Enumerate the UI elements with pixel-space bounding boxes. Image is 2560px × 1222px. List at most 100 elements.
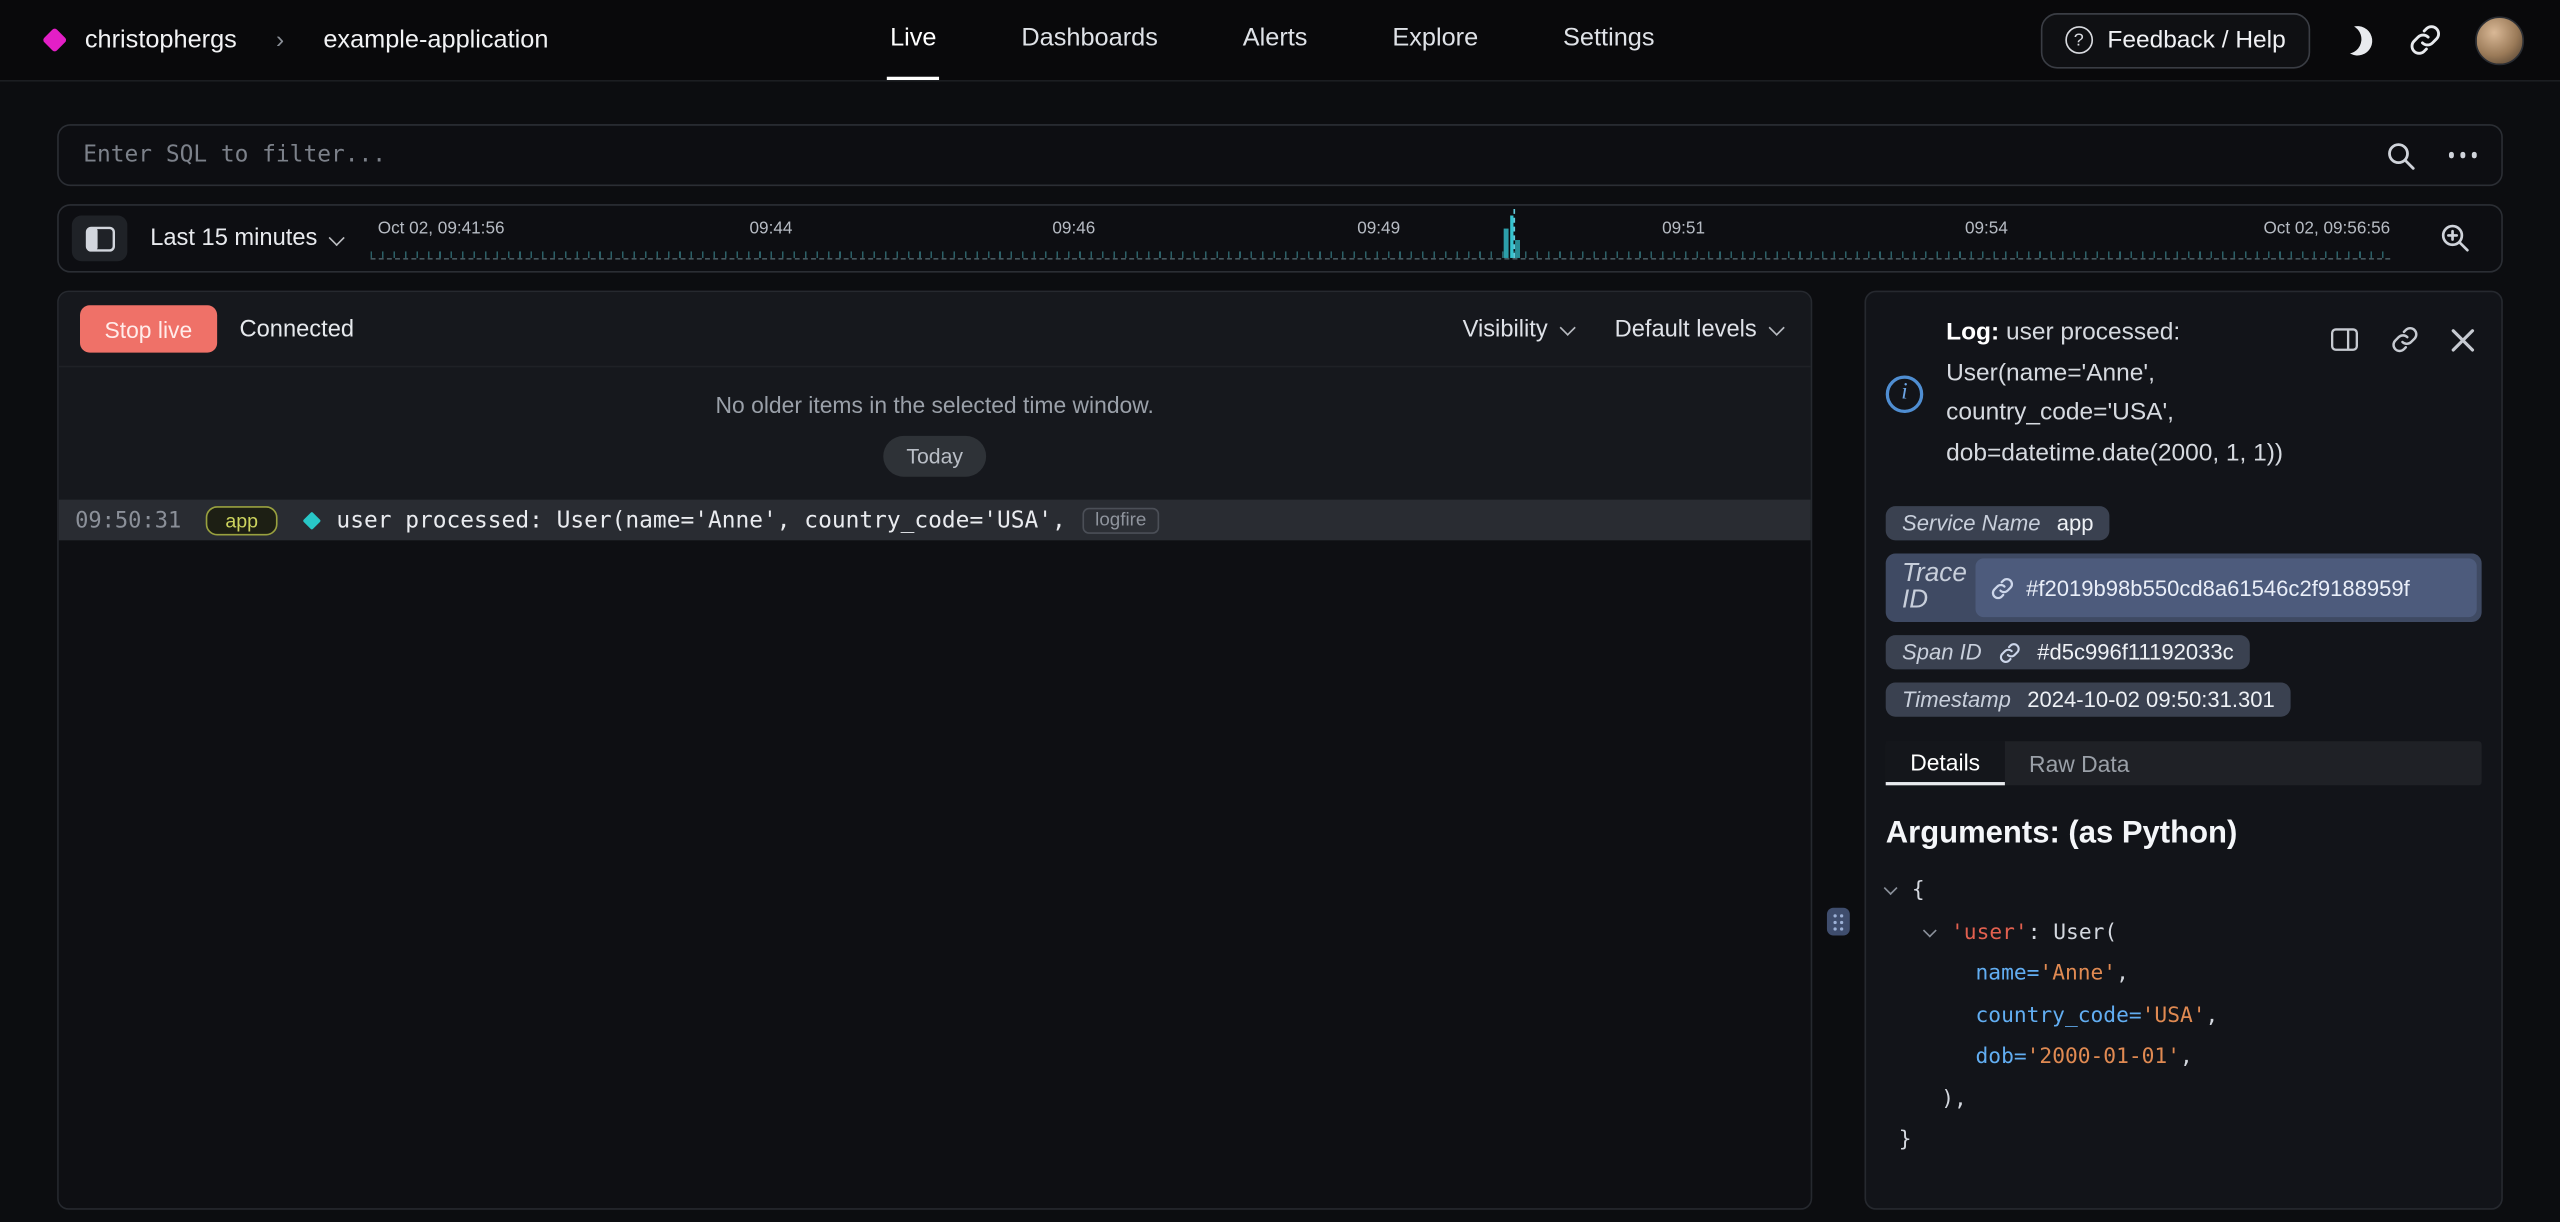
code-token: '2000-01-01'	[2027, 1045, 2180, 1069]
attribute-label: Timestamp	[1902, 687, 2011, 711]
nav-tab-live[interactable]: Live	[887, 0, 940, 80]
code-token: name=	[1976, 962, 2040, 986]
live-toolbar-dropdowns: Visibility Default levels	[1463, 316, 1782, 342]
code-line: dob='2000-01-01',	[1886, 1037, 2482, 1079]
moon-icon	[2339, 21, 2376, 58]
timeline-baseline	[371, 258, 2390, 260]
time-tick-label: 09:51	[1662, 219, 1705, 239]
connection-status: Connected	[240, 316, 355, 342]
service-badge[interactable]: app	[206, 505, 278, 534]
ellipsis-icon	[2448, 152, 2477, 158]
help-icon: ?	[2065, 26, 2093, 54]
code-token: 'user'	[1951, 920, 2028, 944]
code-token: }	[1899, 1128, 1912, 1152]
sidebar-toggle-button[interactable]	[72, 216, 128, 262]
chevron-down-icon	[329, 229, 345, 245]
time-tick-label: 09:44	[750, 219, 793, 239]
panel-resize-handle[interactable]	[1827, 908, 1850, 936]
nav-tab-settings[interactable]: Settings	[1560, 0, 1658, 80]
close-panel-button[interactable]	[2447, 322, 2478, 358]
navbar-actions: ? Feedback / Help	[2040, 12, 2524, 68]
code-token: ,	[2180, 1045, 2193, 1069]
tab-raw-data[interactable]: Raw Data	[2005, 741, 2154, 785]
attribute-label: Trace ID	[1891, 558, 1976, 617]
log-attributes: Service Name app Trace ID	[1886, 506, 2482, 717]
time-tick-label: 09:49	[1357, 219, 1400, 239]
sql-filter-bar	[57, 124, 2503, 186]
detail-actions	[2327, 322, 2479, 358]
nav-tab-dashboards[interactable]: Dashboards	[1018, 0, 1161, 80]
span-id-pill: Span ID #d5c996f11192033c	[1886, 635, 2250, 669]
log-timestamp: 09:50:31	[75, 507, 181, 533]
copy-link-button[interactable]	[2387, 322, 2423, 358]
time-range-bar: Last 15 minutes Oct 02, 09:41:56 09:44 0…	[57, 204, 2503, 273]
timeline[interactable]: Oct 02, 09:41:56 09:44 09:46 09:49 09:51…	[371, 206, 2390, 271]
span-id-value[interactable]: #d5c996f11192033c	[2037, 640, 2234, 664]
link-icon	[2408, 23, 2442, 57]
today-button[interactable]: Today	[883, 436, 985, 477]
collapse-caret-icon[interactable]	[1884, 881, 1898, 895]
dark-mode-toggle[interactable]	[2340, 22, 2376, 58]
tab-details[interactable]: Details	[1886, 741, 2005, 785]
detail-tabs: Details Raw Data	[1886, 741, 2482, 785]
empty-window-section: No older items in the selected time wind…	[59, 367, 1811, 499]
time-tick-label: Oct 02, 09:41:56	[378, 219, 505, 239]
info-icon: i	[1886, 375, 1924, 413]
time-range-dropdown[interactable]: Last 15 minutes	[150, 225, 342, 251]
time-tick-label: Oct 02, 09:56:56	[2263, 219, 2390, 239]
split-view: Stop live Connected Visibility Default l…	[57, 291, 2503, 1210]
default-levels-dropdown[interactable]: Default levels	[1615, 316, 1782, 342]
arguments-code: {'user': User(name='Anne',country_code='…	[1886, 870, 2482, 1161]
dock-panel-button[interactable]	[2327, 322, 2363, 358]
breadcrumb-org[interactable]: christophergs	[85, 25, 237, 54]
nav-tab-explore[interactable]: Explore	[1389, 0, 1481, 80]
trace-id-link[interactable]: #f2019b98b550cd8a61546c2f9188959f	[1976, 558, 2477, 617]
code-token: {	[1912, 878, 1925, 902]
user-avatar[interactable]	[2475, 16, 2524, 65]
code-line: {	[1886, 870, 2482, 912]
attribute-label: Service Name	[1902, 511, 2040, 535]
logfire-logo-icon[interactable]	[42, 27, 67, 52]
search-icon	[2384, 140, 2415, 171]
timestamp-pill: Timestamp 2024-10-02 09:50:31.301	[1886, 682, 2291, 716]
collapse-caret-icon[interactable]	[1923, 923, 1937, 937]
visibility-dropdown[interactable]: Visibility	[1463, 316, 1573, 342]
panel-left-icon	[84, 224, 115, 252]
zoom-in-button[interactable]	[2429, 220, 2481, 256]
attribute-label: Span ID	[1902, 640, 1982, 664]
app-root: christophergs › example-application Live…	[0, 0, 2560, 1222]
code-token: 'Anne'	[2039, 962, 2116, 986]
logfire-tag[interactable]: logfire	[1082, 507, 1159, 533]
search-button[interactable]	[2381, 136, 2419, 174]
live-log-panel: Stop live Connected Visibility Default l…	[57, 291, 1812, 1210]
sql-bar-actions	[2381, 136, 2480, 174]
log-level-diamond-icon	[303, 511, 321, 529]
feedback-help-button[interactable]: ? Feedback / Help	[2040, 12, 2310, 68]
detail-title: Log: user processed: User(name='Anne', c…	[1946, 313, 2326, 473]
timestamp-value: 2024-10-02 09:50:31.301	[2027, 687, 2275, 711]
default-levels-label: Default levels	[1615, 316, 1757, 342]
code-token: ,	[2116, 962, 2129, 986]
breadcrumb-project[interactable]: example-application	[323, 25, 548, 54]
sql-filter-input[interactable]	[80, 140, 2365, 169]
live-panel-top: Stop live Connected Visibility Default l…	[59, 292, 1811, 499]
top-navbar: christophergs › example-application Live…	[0, 0, 2560, 82]
more-options-button[interactable]	[2445, 149, 2480, 161]
chevron-down-icon	[1769, 320, 1785, 336]
code-token: 'USA'	[2142, 1003, 2206, 1027]
code-line: 'user': User(	[1886, 912, 2482, 954]
share-link-button[interactable]	[2405, 20, 2446, 61]
trace-id-value: #f2019b98b550cd8a61546c2f9188959f	[2026, 576, 2410, 600]
chevron-down-icon	[1560, 320, 1576, 336]
code-token: : User(	[2028, 920, 2117, 944]
stop-live-button[interactable]: Stop live	[80, 305, 217, 352]
feedback-help-label: Feedback / Help	[2107, 26, 2285, 54]
code-token: ,	[2206, 1003, 2219, 1027]
nav-tab-alerts[interactable]: Alerts	[1239, 0, 1310, 80]
breadcrumb-separator-icon: ›	[276, 26, 284, 54]
event-histogram-spike	[1504, 216, 1520, 258]
arguments-heading: Arguments: (as Python)	[1886, 816, 2482, 852]
close-icon	[2451, 327, 2475, 351]
code-token: ),	[1941, 1087, 1967, 1111]
log-row[interactable]: 09:50:31 app user processed: User(name='…	[59, 500, 1811, 541]
